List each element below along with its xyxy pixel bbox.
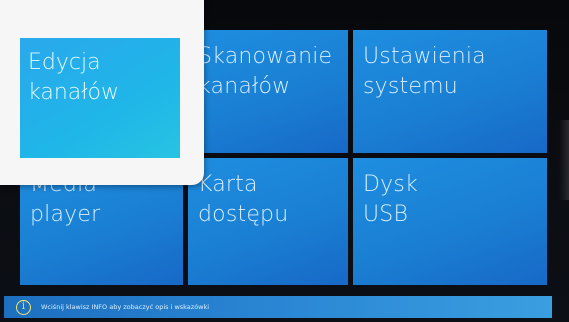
focused-tile-channel-edit[interactable]: Edycja kanałów [20,38,180,158]
tile-label-line2: kanałów [28,80,119,105]
focus-highlight-frame: Edycja kanałów [0,0,204,185]
tile-label-line2: player [30,202,101,227]
tv-screen: Edycja kanałów Skanowanie kanałów Ustawi… [0,0,569,322]
tile-label-line1: Dysk [363,172,418,197]
tile-label-line1: Skanowanie [198,44,333,69]
tile-usb-disk[interactable]: Dysk USB [353,158,547,285]
tile-label-line2: dostępu [198,202,289,227]
tile-label-line2: USB [363,202,409,227]
tile-label-line1: Edycja [28,50,101,75]
tile-label-line1: Karta [198,172,258,197]
hint-status-bar: i Wciśnij klawisz INFO aby zobaczyć opis… [4,296,552,318]
tile-access-card[interactable]: Karta dostępu [188,158,348,285]
tile-label-line2: systemu [363,74,458,99]
screen-edge [559,120,569,200]
tile-label-line1: Ustawienia [363,44,486,69]
info-icon: i [16,299,31,315]
hint-text: Wciśnij klawisz INFO aby zobaczyć opis i… [41,303,210,311]
tile-label-line2: kanałów [198,74,291,99]
tile-system-settings[interactable]: Ustawienia systemu [353,30,547,153]
tile-channel-scan[interactable]: Skanowanie kanałów [188,30,348,153]
